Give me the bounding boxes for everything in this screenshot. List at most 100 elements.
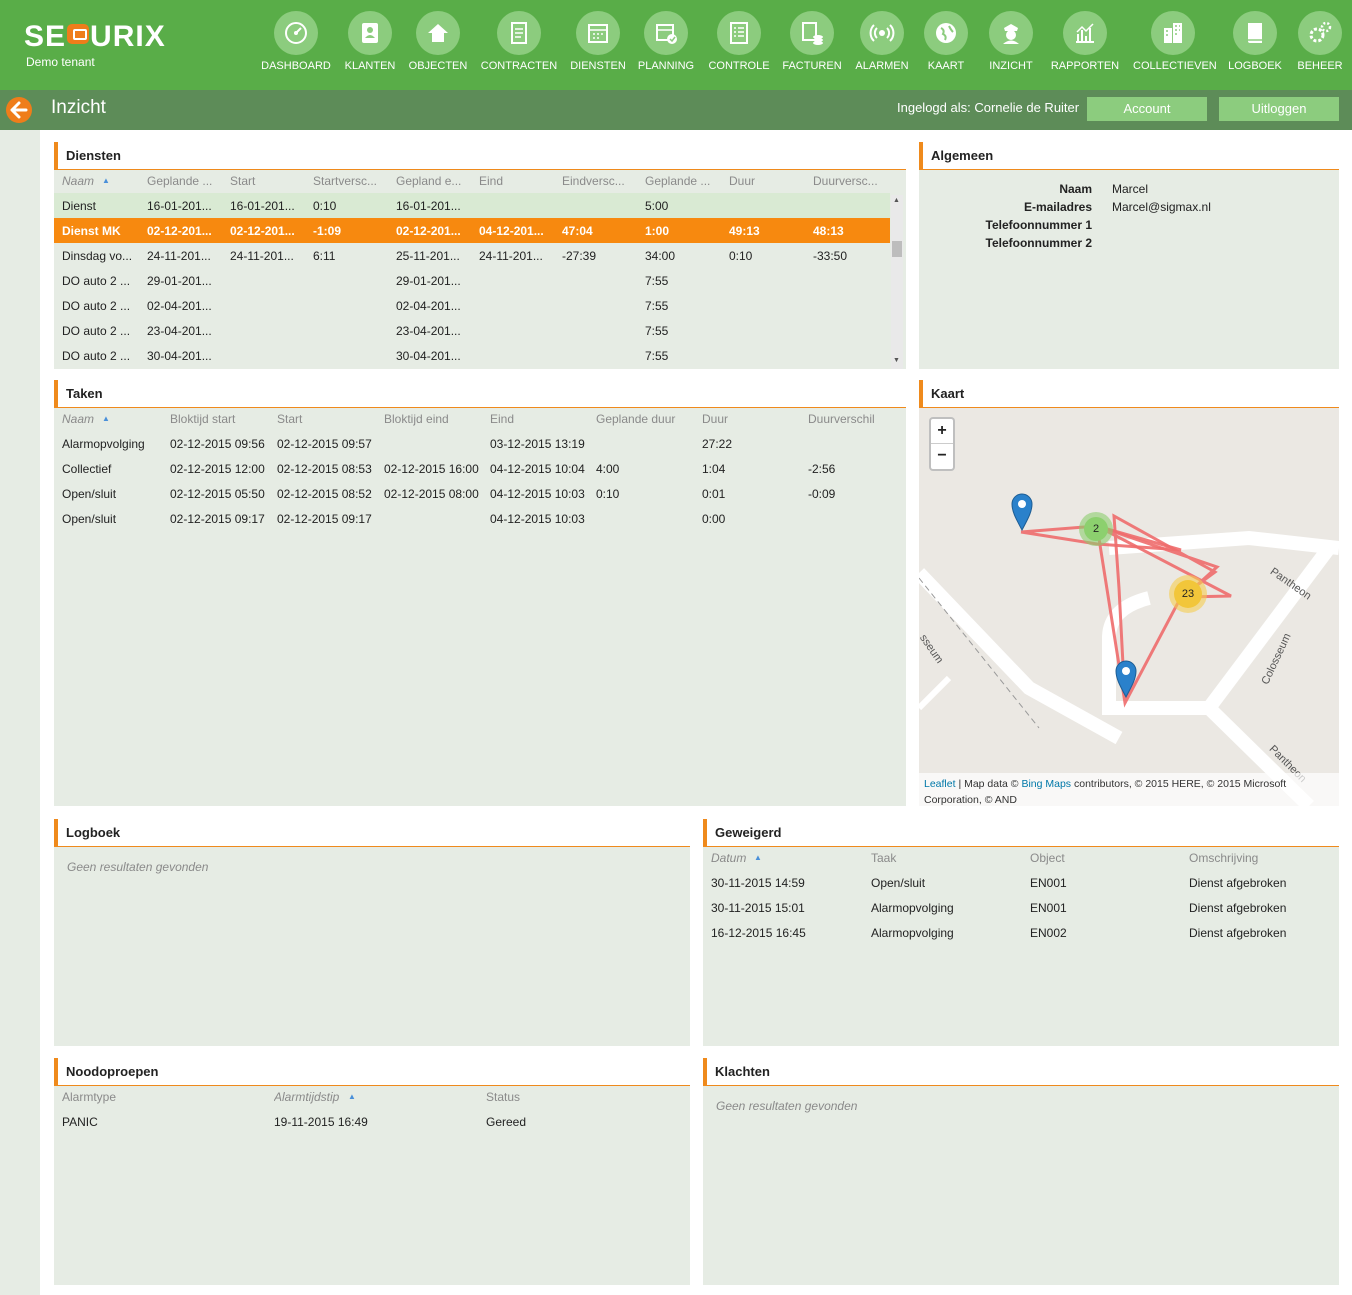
table-cell: 30-11-2015 14:59 xyxy=(711,876,805,890)
nav-label: INZICHT xyxy=(989,60,1033,72)
sort-asc-icon[interactable]: ▲ xyxy=(348,1092,356,1101)
calendar-icon xyxy=(576,11,620,55)
nav-beheer[interactable]: BEHEER xyxy=(1280,11,1352,75)
table-cell: -1:09 xyxy=(313,224,342,238)
column-header[interactable]: Datum xyxy=(711,851,866,865)
column-header[interactable]: Startversc... xyxy=(313,174,391,188)
table-row[interactable]: Open/sluit 02-12-2015 09:17 02-12-2015 09:… xyxy=(54,506,904,531)
nav-dashboard[interactable]: DASHBOARD xyxy=(256,11,336,75)
table-row[interactable]: 30-11-2015 14:59 Open/sluit EN001 Dienst af… xyxy=(703,870,1337,895)
nav-rapporten[interactable]: RAPPORTEN xyxy=(1045,11,1125,75)
table-cell: 02-04-201... xyxy=(147,299,212,313)
scroll-down-icon[interactable]: ▼ xyxy=(893,357,900,364)
diensten-scrollbar[interactable]: ▲ ▼ xyxy=(891,195,903,369)
column-header[interactable]: Geplande ... xyxy=(147,174,225,188)
account-button[interactable]: Account xyxy=(1087,97,1207,121)
table-cell: 1:04 xyxy=(702,462,726,476)
nav-collectieven[interactable]: COLLECTIEVEN xyxy=(1133,11,1217,75)
column-header[interactable]: Eind xyxy=(490,412,594,426)
kaart-panel: Kaart 2 23 Pantheon Colosseum Pantheon s… xyxy=(919,380,1339,806)
attribution-text: contributors, © 2015 HERE, © 2015 Micros… xyxy=(1071,778,1287,790)
marker-cluster-small[interactable]: 2 xyxy=(1079,512,1113,546)
table-row[interactable]: PANIC 19-11-2015 16:49 Gereed xyxy=(54,1109,688,1134)
column-header[interactable]: Geplande ... xyxy=(645,174,723,188)
nav-controle[interactable]: CONTROLE xyxy=(699,11,779,75)
nav-facturen[interactable]: FACTUREN xyxy=(772,11,852,75)
back-arrow-icon[interactable] xyxy=(6,97,32,123)
table-cell: 02-12-201... xyxy=(396,224,461,238)
column-header[interactable]: Alarmtijdstip xyxy=(274,1090,479,1104)
table-cell: PANIC xyxy=(62,1115,98,1129)
table-row[interactable]: DO auto 2 ... 02-04-201... 02-04-201... 7:5… xyxy=(54,293,890,318)
leaflet-link[interactable]: Leaflet xyxy=(924,778,956,790)
column-header[interactable]: Eindversc... xyxy=(562,174,640,188)
table-cell: Dienst afgebroken xyxy=(1189,876,1287,890)
column-header[interactable]: Geplande duur xyxy=(596,412,700,426)
column-header[interactable]: Duur xyxy=(702,412,806,426)
column-header[interactable]: Duurverschil xyxy=(808,412,898,426)
sort-asc-icon[interactable]: ▲ xyxy=(102,176,110,185)
column-header[interactable]: Naam xyxy=(62,174,140,188)
table-row[interactable]: 30-11-2015 15:01 Alarmopvolging EN001 Diens… xyxy=(703,895,1337,920)
table-cell: Dienst MK xyxy=(62,224,121,238)
table-row[interactable]: 16-12-2015 16:45 Alarmopvolging EN002 Diens… xyxy=(703,920,1337,945)
column-header[interactable]: Omschrijving xyxy=(1189,851,1334,865)
table-cell: 5:00 xyxy=(645,199,669,213)
column-header[interactable]: Taak xyxy=(871,851,1026,865)
table-row[interactable]: Dienst MK 02-12-201... 02-12-201... -1:09 02… xyxy=(54,218,890,243)
column-header[interactable]: Alarmtype xyxy=(62,1090,267,1104)
logout-button[interactable]: Uitloggen xyxy=(1219,97,1339,121)
table-row[interactable]: Alarmopvolging 02-12-2015 09:56 02-12-2015… xyxy=(54,431,904,456)
column-header[interactable]: Duur xyxy=(729,174,807,188)
map-pin-icon[interactable] xyxy=(1115,660,1137,701)
nav-label: COLLECTIEVEN xyxy=(1133,60,1217,72)
noodoproepen-title: Noodoproepen xyxy=(66,1064,159,1079)
column-header[interactable]: Bloktijd start xyxy=(170,412,274,426)
table-row[interactable]: Dienst 16-01-201... 16-01-201... 0:10 16-01-… xyxy=(54,193,890,218)
map-pin-icon[interactable] xyxy=(1011,493,1033,534)
table-cell: EN002 xyxy=(1030,926,1067,940)
table-cell: Dinsdag vo... xyxy=(62,249,133,263)
buildings-icon xyxy=(1151,11,1195,55)
table-cell: 1:00 xyxy=(645,224,670,238)
table-cell: 48:13 xyxy=(813,224,844,238)
column-header[interactable]: Eind xyxy=(479,174,557,188)
nav-label: OBJECTEN xyxy=(408,60,468,72)
scroll-up-icon[interactable]: ▲ xyxy=(893,197,900,204)
column-header[interactable]: Start xyxy=(230,174,308,188)
nav-contracten[interactable]: CONTRACTEN xyxy=(479,11,559,75)
zoom-in-button[interactable]: + xyxy=(931,419,953,444)
table-cell: 04-12-2015 10:04 xyxy=(490,462,585,476)
table-row[interactable]: Open/sluit 02-12-2015 05:50 02-12-2015 08:… xyxy=(54,481,904,506)
table-row[interactable]: Collectief 02-12-2015 12:00 02-12-2015 08:… xyxy=(54,456,904,481)
scrollbar-thumb[interactable] xyxy=(892,241,902,257)
column-header[interactable]: Duurversc... xyxy=(813,174,891,188)
column-header[interactable]: Object xyxy=(1030,851,1185,865)
table-row[interactable]: DO auto 2 ... 29-01-201... 29-01-201... 7:5… xyxy=(54,268,890,293)
cluster-count-large: 23 xyxy=(1174,580,1202,608)
column-header[interactable]: Status xyxy=(486,1090,681,1104)
bing-maps-link[interactable]: Bing Maps xyxy=(1021,778,1071,790)
nav-planning[interactable]: PLANNING xyxy=(626,11,706,75)
column-header[interactable]: Bloktijd eind xyxy=(384,412,488,426)
zoom-out-button[interactable]: − xyxy=(931,444,953,469)
column-header[interactable]: Naam xyxy=(62,412,166,426)
table-row[interactable]: DO auto 2 ... 30-04-201... 30-04-201... 7:5… xyxy=(54,343,890,368)
table-cell: 19-11-2015 16:49 xyxy=(274,1115,368,1129)
sort-asc-icon[interactable]: ▲ xyxy=(102,414,110,423)
nav-objecten[interactable]: OBJECTEN xyxy=(398,11,478,75)
column-header[interactable]: Gepland e... xyxy=(396,174,474,188)
table-cell: 02-12-2015 05:50 xyxy=(170,487,265,501)
marker-cluster-large[interactable]: 23 xyxy=(1169,575,1207,613)
table-row[interactable]: DO auto 2 ... 23-04-201... 23-04-201... 7:5… xyxy=(54,318,890,343)
sort-asc-icon[interactable]: ▲ xyxy=(754,853,762,862)
checklist-icon xyxy=(717,11,761,55)
book-icon xyxy=(1233,11,1277,55)
table-cell: 23-04-201... xyxy=(396,324,461,338)
column-header[interactable]: Start xyxy=(277,412,381,426)
map-canvas[interactable]: 2 23 Pantheon Colosseum Pantheon sseum +… xyxy=(919,408,1339,806)
gears-icon xyxy=(1298,11,1342,55)
table-row[interactable]: Dinsdag vo... 24-11-201... 24-11-201... 6:1… xyxy=(54,243,890,268)
nav-inzicht[interactable]: INZICHT xyxy=(971,11,1051,75)
table-cell: 4:00 xyxy=(596,462,620,476)
